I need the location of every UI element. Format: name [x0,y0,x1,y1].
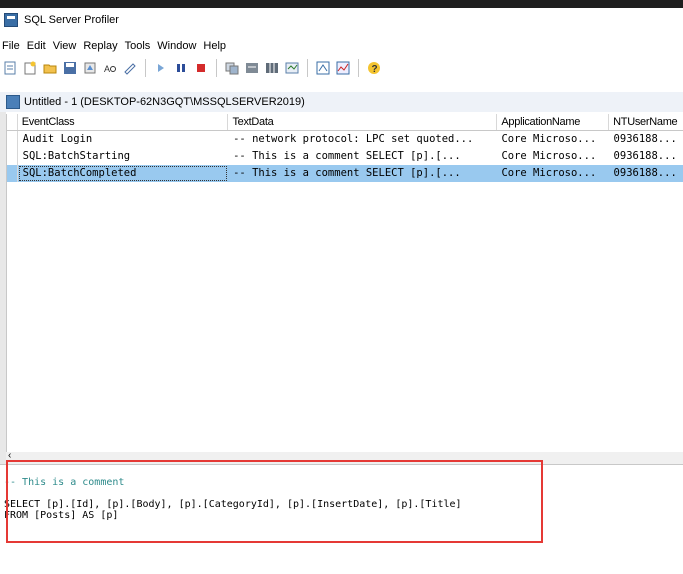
properties-icon[interactable] [82,60,98,76]
menu-file[interactable]: File [0,40,25,52]
row-selector-header [7,114,18,130]
table-row[interactable]: SQL:BatchStarting -- This is a comment S… [7,148,683,165]
trace-window-title-bar: Untitled - 1 (DESKTOP-62N3GQT\MSSQLSERVE… [0,92,683,112]
tuning-advisor-icon[interactable] [315,60,331,76]
menu-window[interactable]: Window [155,40,201,52]
cell-eventclass: SQL:BatchStarting [22,150,131,162]
new-template-icon[interactable] [22,60,38,76]
svg-text:?: ? [372,64,378,75]
filter-icon[interactable] [284,60,300,76]
templates-icon[interactable] [224,60,240,76]
clear-icon[interactable] [122,60,138,76]
menu-edit[interactable]: Edit [25,40,51,52]
performance-monitor-icon[interactable] [335,60,351,76]
svg-text:A: A [104,64,110,74]
cell-ntusername: 0936188... [613,167,677,179]
window-top-edge [0,0,683,8]
open-icon[interactable] [42,60,58,76]
column-header-applicationname[interactable]: ApplicationName [497,114,610,130]
pause-icon[interactable] [173,60,189,76]
cell-applicationname: Core Microso... [501,150,597,162]
cell-textdata: -- This is a comment SELECT [p].[... [233,150,461,162]
trace-events-grid[interactable]: EventClass TextData ApplicationName NTUs… [6,114,683,452]
trace-window-title: Untitled - 1 (DESKTOP-62N3GQT\MSSQLSERVE… [24,96,305,108]
trace-document-icon [6,95,20,109]
toolbar: A ? [0,56,683,80]
run-icon[interactable] [153,60,169,76]
toolbar-separator [145,59,146,77]
table-row[interactable]: Audit Login -- network protocol: LPC set… [7,131,683,148]
row-selector[interactable] [7,148,18,165]
toolbar-separator [307,59,308,77]
cell-eventclass: SQL:BatchCompleted [18,165,228,182]
profiler-app-icon [4,13,18,27]
cell-textdata: -- This is a comment SELECT [p].[... [233,167,461,179]
cell-applicationname: Core Microso... [501,167,597,179]
trace-properties-icon[interactable] [244,60,260,76]
row-selector[interactable] [7,165,18,182]
grid-header: EventClass TextData ApplicationName NTUs… [7,114,683,131]
cell-ntusername: 0936188... [613,133,677,145]
cell-applicationname: Core Microso... [501,133,597,145]
stop-icon[interactable] [193,60,209,76]
column-header-ntusername[interactable]: NTUserName [609,114,683,130]
toolbar-separator [358,59,359,77]
cell-eventclass: Audit Login [22,133,93,145]
column-header-textdata[interactable]: TextData [228,114,498,130]
menu-help[interactable]: Help [201,40,231,52]
columns-icon[interactable] [264,60,280,76]
column-header-eventclass[interactable]: EventClass [18,114,229,130]
highlight-annotation-box [6,460,543,543]
cell-textdata: -- network protocol: LPC set quoted... [233,133,474,145]
menu-bar: File Edit View Replay Tools Window Help [0,38,683,54]
menu-tools[interactable]: Tools [123,40,156,52]
title-bar: SQL Server Profiler [0,8,683,32]
toolbar-separator [216,59,217,77]
menu-view[interactable]: View [51,40,82,52]
help-icon[interactable]: ? [366,60,382,76]
table-row-selected[interactable]: SQL:BatchCompleted -- This is a comment … [7,165,683,182]
menu-replay[interactable]: Replay [81,40,122,52]
save-icon[interactable] [62,60,78,76]
new-trace-icon[interactable] [2,60,18,76]
window-title: SQL Server Profiler [24,14,119,26]
row-selector[interactable] [7,131,18,148]
find-icon[interactable]: A [102,60,118,76]
cell-ntusername: 0936188... [613,150,677,162]
